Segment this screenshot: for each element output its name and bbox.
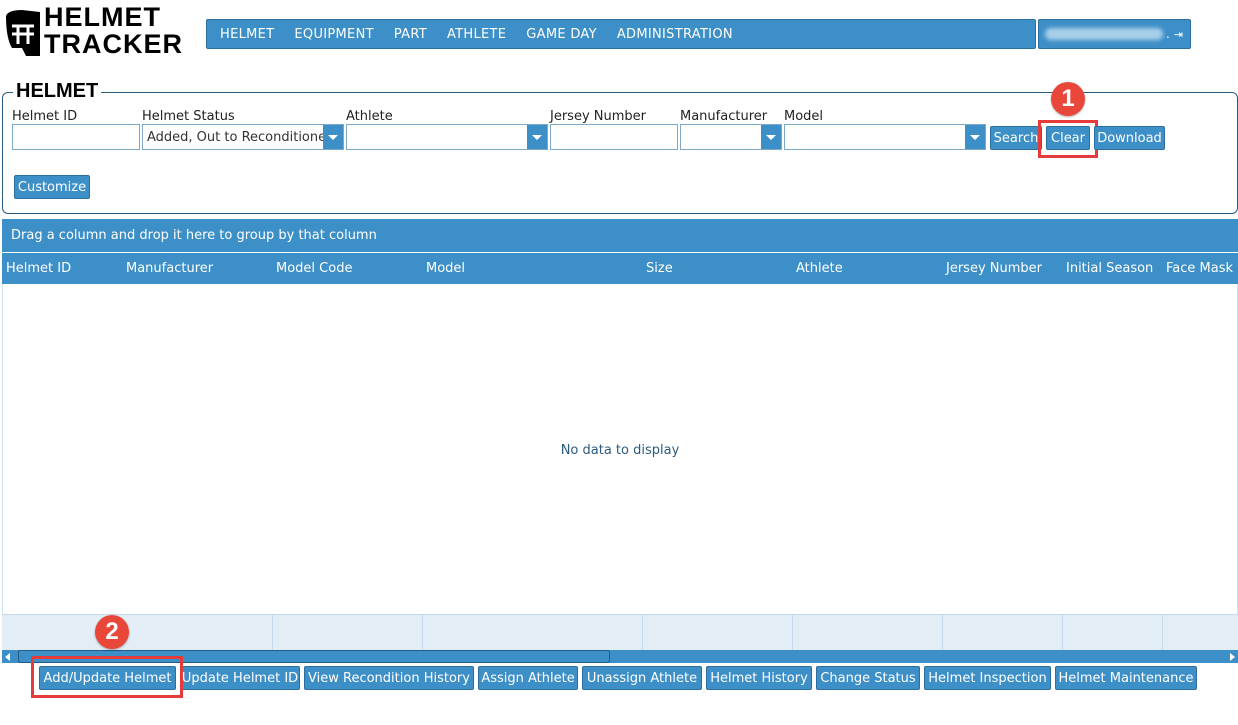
helmet-status-label: Helmet Status bbox=[142, 109, 235, 124]
nav-athlete[interactable]: ATHLETE bbox=[447, 27, 506, 42]
helmet-inspection-button[interactable]: Helmet Inspection bbox=[924, 666, 1051, 690]
nav-helmet[interactable]: HELMET bbox=[220, 27, 274, 42]
model-value bbox=[785, 125, 965, 149]
athlete-select[interactable] bbox=[346, 124, 548, 150]
footer-cell bbox=[423, 615, 643, 651]
main-navbar: HELMET EQUIPMENT PART ATHLETE GAME DAY A… bbox=[206, 19, 1036, 49]
user-name-redacted bbox=[1045, 28, 1163, 40]
helmet-tracker-logo[interactable]: HELMET TRACKER bbox=[4, 4, 184, 60]
chevron-down-icon[interactable] bbox=[965, 125, 985, 149]
scroll-left-icon[interactable] bbox=[5, 653, 10, 661]
helmet-status-value: Added, Out to Reconditione bbox=[147, 129, 323, 145]
grid-footer bbox=[2, 614, 1238, 651]
nav-equipment[interactable]: EQUIPMENT bbox=[294, 27, 373, 42]
column-jersey-number[interactable]: Jersey Number bbox=[946, 253, 1042, 284]
user-menu[interactable]: . ⇥ bbox=[1038, 19, 1191, 49]
model-label: Model bbox=[784, 109, 824, 124]
update-helmet-id-button[interactable]: Update Helmet ID bbox=[180, 666, 300, 690]
column-model-code[interactable]: Model Code bbox=[276, 253, 352, 284]
unassign-athlete-button[interactable]: Unassign Athlete bbox=[582, 666, 702, 690]
search-button[interactable]: Search bbox=[990, 126, 1042, 150]
manufacturer-value bbox=[681, 125, 761, 149]
footer-cell bbox=[943, 615, 1063, 651]
user-name-suffix: . bbox=[1166, 27, 1170, 41]
column-model[interactable]: Model bbox=[426, 253, 465, 284]
helmet-logo-icon bbox=[6, 10, 40, 56]
helmet-id-input[interactable] bbox=[12, 124, 140, 150]
change-status-button[interactable]: Change Status bbox=[816, 666, 920, 690]
jersey-number-input[interactable] bbox=[550, 124, 678, 150]
chevron-down-icon[interactable] bbox=[323, 125, 343, 149]
page-title: HELMET bbox=[13, 80, 102, 102]
helmet-history-button[interactable]: Helmet History bbox=[706, 666, 812, 690]
nav-part[interactable]: PART bbox=[394, 27, 427, 42]
footer-cell bbox=[1063, 615, 1163, 651]
column-manufacturer[interactable]: Manufacturer bbox=[126, 253, 213, 284]
assign-athlete-button[interactable]: Assign Athlete bbox=[478, 666, 578, 690]
logout-icon[interactable]: ⇥ bbox=[1174, 28, 1183, 41]
model-select[interactable] bbox=[784, 124, 986, 150]
logo-line-2: TRACKER bbox=[44, 29, 183, 59]
footer-cell bbox=[793, 615, 943, 651]
logo-line-1: HELMET bbox=[44, 2, 161, 32]
download-button[interactable]: Download bbox=[1094, 126, 1165, 150]
horizontal-scrollbar[interactable] bbox=[2, 650, 1238, 663]
empty-message: No data to display bbox=[560, 443, 680, 458]
grid-body: No data to display bbox=[2, 284, 1238, 614]
callout-badge-1: 1 bbox=[1051, 82, 1085, 116]
column-athlete[interactable]: Athlete bbox=[796, 253, 843, 284]
column-face-mask[interactable]: Face Mask bbox=[1166, 253, 1233, 284]
manufacturer-select[interactable] bbox=[680, 124, 782, 150]
athlete-label: Athlete bbox=[346, 109, 393, 124]
manufacturer-label: Manufacturer bbox=[680, 109, 768, 124]
footer-cell bbox=[643, 615, 793, 651]
logo-wordmark: HELMET TRACKER bbox=[44, 4, 183, 58]
view-recondition-history-button[interactable]: View Recondition History bbox=[304, 666, 474, 690]
customize-button[interactable]: Customize bbox=[14, 175, 90, 199]
athlete-value bbox=[347, 125, 527, 149]
nav-administration[interactable]: ADMINISTRATION bbox=[617, 27, 733, 42]
column-size[interactable]: Size bbox=[646, 253, 673, 284]
action-toolbar: Add/Update Helmet Update Helmet ID View … bbox=[39, 666, 1201, 690]
nav-game-day[interactable]: GAME DAY bbox=[526, 27, 597, 42]
jersey-number-label: Jersey Number bbox=[550, 109, 646, 124]
callout-badge-2: 2 bbox=[95, 615, 129, 649]
helmet-status-select[interactable]: Added, Out to Reconditione bbox=[142, 124, 344, 150]
footer-cell bbox=[2, 615, 273, 651]
chevron-down-icon[interactable] bbox=[761, 125, 781, 149]
add-update-highlight bbox=[31, 656, 183, 698]
column-helmet-id[interactable]: Helmet ID bbox=[6, 253, 71, 284]
helmet-id-label: Helmet ID bbox=[12, 109, 78, 124]
footer-cell bbox=[273, 615, 423, 651]
grid-header: Helmet ID Manufacturer Model Code Model … bbox=[2, 253, 1238, 284]
clear-button[interactable]: Clear bbox=[1046, 126, 1090, 150]
group-by-panel[interactable]: Drag a column and drop it here to group … bbox=[2, 219, 1238, 252]
scroll-right-icon[interactable] bbox=[1230, 653, 1235, 661]
chevron-down-icon[interactable] bbox=[527, 125, 547, 149]
helmet-maintenance-button[interactable]: Helmet Maintenance bbox=[1055, 666, 1197, 690]
column-initial-season[interactable]: Initial Season bbox=[1066, 253, 1153, 284]
